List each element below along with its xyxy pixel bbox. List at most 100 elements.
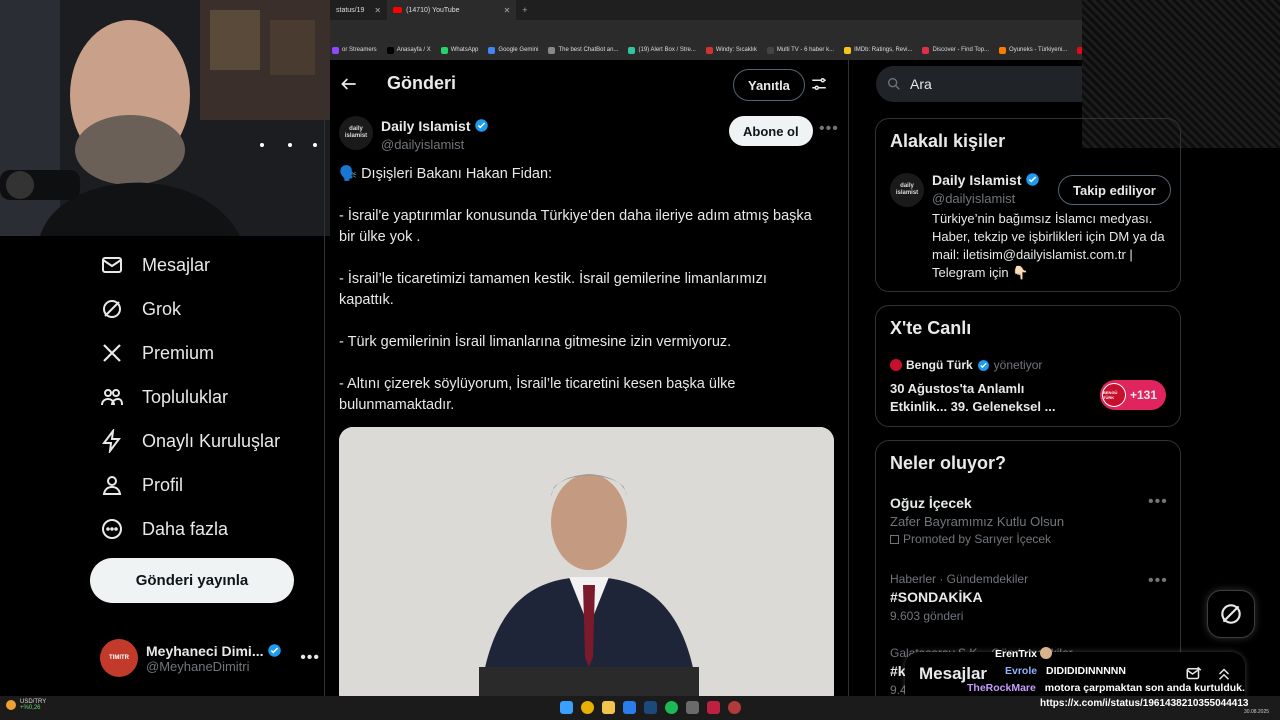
sidebar-item-more[interactable]: Daha fazla [100,509,228,549]
bookmark-item[interactable]: Discover - Find Top... [922,46,989,54]
account-switcher[interactable]: TIMITR Meyhaneci Dimi... @MeyhaneDimitri… [100,636,320,680]
live-listeners-button[interactable]: BENGÜ TÜRK +131 [1100,380,1166,410]
avatar[interactable]: daily islamist [339,116,373,150]
app-icon[interactable] [623,701,636,714]
chat-message: ErenTrix [995,647,1052,660]
close-icon[interactable]: ✕ [374,6,381,15]
sidebar-item-label: Profil [142,474,184,495]
account-name: Meyhaneci Dimi... [146,642,264,659]
app-icon[interactable] [728,701,741,714]
bookmark-item[interactable]: or Streamers [332,46,377,54]
webcam-feed [0,0,330,236]
reply-button[interactable]: Yanıtla [733,69,805,101]
tweet-line: - İsrail'e yaptırımlar konusunda Türkiye… [339,208,812,245]
kick-icon[interactable] [707,701,720,714]
bookmark-item[interactable]: WhatsApp [440,46,479,54]
sidebar-item-premium[interactable]: Premium [100,333,214,373]
avatar: TIMITR [100,639,138,677]
bookmark-favicon-icon [440,46,448,54]
communities-icon [101,389,123,406]
sidebar-item-profile[interactable]: Profil [100,465,183,505]
more-circle-icon [102,519,122,539]
more-icon[interactable]: ••• [1148,493,1168,511]
tweet-line: 🗣️ Dışişleri Bakanı Hakan Fidan: [339,166,553,182]
avatar: BENGÜ TÜRK [1102,383,1126,407]
bookmark-favicon-icon [386,46,394,54]
chat-message: Evrole DIDIDIDINNNNN [1005,665,1126,677]
bookmark-item[interactable]: Anasayfa / X [386,46,431,54]
promoted-icon [890,534,899,544]
tweet-author-row: daily islamist Daily Islamist @dailyisla… [339,116,839,156]
tweet-media-image[interactable] [339,427,834,696]
windows-start-icon[interactable] [560,701,573,714]
bookmark-item[interactable]: Oyuneks - Türkiyeni... [999,46,1068,54]
speaker-photo [339,427,834,696]
new-tab-button[interactable]: + [522,5,527,15]
bookmark-label: The best ChatBot an... [558,47,619,53]
author-handle[interactable]: @dailyislamist [381,137,464,152]
more-icon[interactable]: ••• [300,649,320,667]
chat-message: TheRockMare motora çarpmaktan son anda k… [967,682,1245,694]
bookmark-favicon-icon [488,46,496,54]
stream-chat-overlay: ErenTrix Evrole DIDIDIDINNNNN TheRockMar… [905,645,1280,696]
trend-item[interactable]: Oğuz İçecek Zafer Bayramımız Kutlu Olsun… [890,495,1170,546]
tweet-line: - Türk gemilerinin İsrail limanlarına gi… [339,334,732,350]
bookmark-item[interactable]: (19) Alert Box / Stre... [628,46,696,54]
address-bar[interactable] [330,20,1082,40]
grok-floating-button[interactable] [1207,590,1255,638]
subscribe-button[interactable]: Abone ol [729,116,813,146]
browser-tab[interactable]: status/19 ✕ [330,0,387,20]
back-arrow-icon[interactable] [339,74,359,94]
post-button[interactable]: Gönderi yayınla [90,558,294,603]
ticker-widget[interactable]: USD/TRY +%0,26 [6,699,46,711]
search-input[interactable]: Ara [876,66,1082,102]
sidebar-item-messages[interactable]: Mesajlar [100,245,210,285]
avatar[interactable]: daily islamist [890,173,924,207]
sidebar-item-grok[interactable]: Grok [100,289,181,329]
taskbar-date: 30.08.2025 [1244,709,1270,715]
bookmark-item[interactable]: Google Gemini [488,46,539,54]
bookmark-label: Google Gemini [498,47,539,53]
browser-tab-active[interactable]: (14710) YouTube ✕ [387,0,517,20]
related-people-card: Alakalı kişiler daily islamist Daily Isl… [875,118,1181,292]
author-name[interactable]: Daily Islamist [381,118,471,134]
bookmark-label: Windy: Sıcaklık [715,47,757,53]
file-explorer-icon[interactable] [602,701,615,714]
bookmark-item[interactable]: Multi TV - 6 haber k... [766,46,835,54]
related-name[interactable]: Daily Islamist [932,172,1022,188]
related-bio: Türkiye’nin bağımsız İslamcı medyası. Ha… [932,211,1165,280]
tab-label: (14710) YouTube [406,6,460,14]
youtube-icon [393,7,403,13]
close-icon[interactable]: ✕ [504,6,511,15]
grok-icon [103,300,121,318]
bookmark-label: IMDb: Ratings, Revi... [854,47,913,53]
bookmark-label: WhatsApp [450,47,479,53]
trend-item[interactable]: Haberler · Gündemdekiler #SONDAKİKA 9.60… [890,572,1170,623]
bookmark-label: Multi TV - 6 haber k... [776,47,835,53]
sidebar-item-communities[interactable]: Topluluklar [100,377,228,417]
main-column: Gönderi Yanıtla daily islamist Daily Isl… [324,60,849,696]
more-icon[interactable]: ••• [819,120,839,138]
tweet-text: 🗣️ Dışişleri Bakanı Hakan Fidan: - İsrai… [339,164,819,416]
streamer-image [0,0,330,236]
mail-icon [102,257,122,273]
live-host[interactable]: Bengü Türk [906,358,973,372]
steam-icon[interactable] [644,701,657,714]
spotify-icon[interactable] [665,701,678,714]
bookmark-item[interactable]: The best ChatBot an... [548,46,619,54]
settings-sliders-icon[interactable] [810,75,828,93]
live-title[interactable]: 30 Ağustos'ta Anlamlı Etkinlik... 39. Ge… [890,380,1080,416]
sidebar-item-verified-orgs[interactable]: Onaylı Kuruluşlar [100,421,280,461]
more-icon[interactable]: ••• [1148,572,1168,590]
chrome-icon[interactable] [581,701,594,714]
bookmark-label: Anasayfa / X [396,47,431,53]
bookmark-item[interactable]: IMDb: Ratings, Revi... [844,46,913,54]
listener-count: +131 [1130,388,1158,402]
app-icon[interactable] [686,701,699,714]
search-placeholder: Ara [910,76,932,92]
bookmark-label: Oyuneks - Türkiyeni... [1009,47,1068,53]
bookmark-item[interactable]: Windy: Sıcaklık [705,46,757,54]
following-button[interactable]: Takip ediliyor [1058,175,1171,205]
tweet-line: - İsrail’le ticaretimizi tamamen kestik.… [339,271,767,308]
bookmark-favicon-icon [922,46,930,54]
